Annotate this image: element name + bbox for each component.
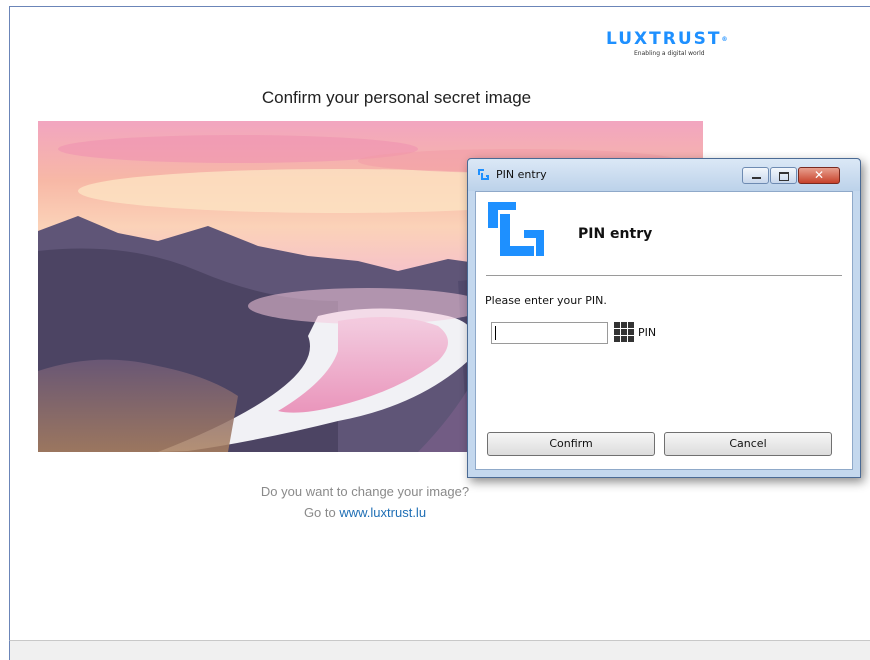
logo-trademark: ® xyxy=(721,36,728,43)
pin-input[interactable] xyxy=(491,322,608,344)
close-icon: ✕ xyxy=(813,168,825,182)
maximize-button[interactable] xyxy=(770,167,797,184)
confirm-button[interactable]: Confirm xyxy=(487,432,655,456)
dialog-heading: PIN entry xyxy=(578,226,653,242)
dialog-body: PIN entry Please enter your PIN. PIN Con… xyxy=(475,191,853,470)
minimize-icon xyxy=(752,177,761,179)
logo-wordmark: LUXTRUST xyxy=(606,29,722,49)
dialog-titlebar[interactable]: PIN entry ✕ xyxy=(468,159,860,191)
luxtrust-bracket-icon xyxy=(478,169,489,180)
luxtrust-bracket-icon xyxy=(488,202,544,256)
goto-line: Go to www.luxtrust.lu xyxy=(0,505,730,520)
text-caret xyxy=(495,326,496,340)
luxtrust-logo: LUXTRUST® Enabling a digital world xyxy=(606,31,746,65)
bottom-bar xyxy=(9,640,870,660)
luxtrust-link[interactable]: www.luxtrust.lu xyxy=(339,505,426,520)
dialog-separator xyxy=(486,275,842,276)
pin-prompt: Please enter your PIN. xyxy=(485,294,607,307)
page-title: Confirm your personal secret image xyxy=(261,88,532,107)
keypad-icon[interactable] xyxy=(614,322,634,342)
pin-entry-dialog: PIN entry ✕ PIN entry Please enter your … xyxy=(467,158,861,478)
cancel-button[interactable]: Cancel xyxy=(664,432,832,456)
dialog-window-title: PIN entry xyxy=(496,168,547,181)
change-image-question: Do you want to change your image? xyxy=(260,484,470,499)
logo-tagline: Enabling a digital world xyxy=(634,50,705,57)
maximize-icon xyxy=(779,172,789,181)
minimize-button[interactable] xyxy=(742,167,769,184)
close-button[interactable]: ✕ xyxy=(798,167,840,184)
pin-label: PIN xyxy=(638,326,657,339)
goto-prefix: Go to xyxy=(303,505,336,520)
